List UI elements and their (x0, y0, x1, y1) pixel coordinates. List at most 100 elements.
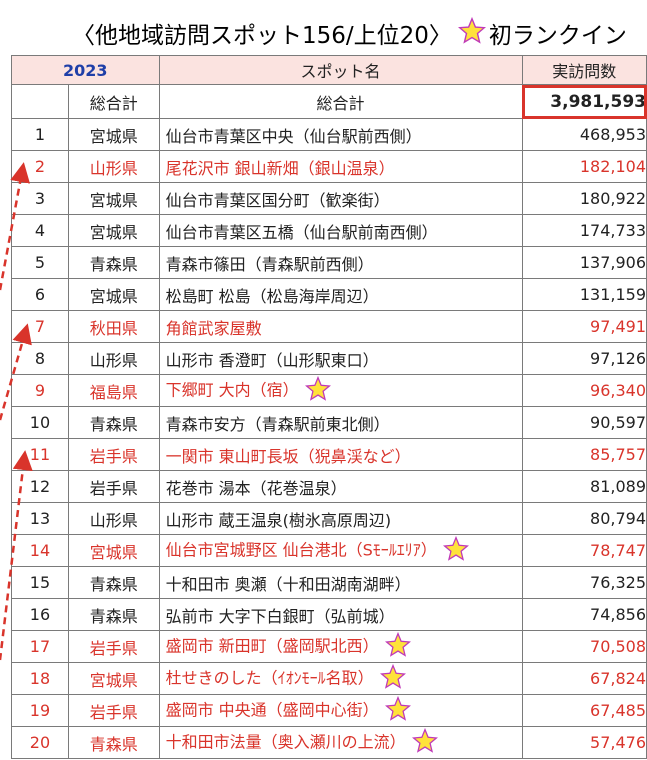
prefecture-cell: 青森県 (67, 246, 160, 279)
spot-cell-text: 青森市安方（青森駅前東北側） (165, 414, 390, 434)
spot-cell: 山形市 蔵王温泉(樹氷高原周辺) (158, 502, 523, 535)
rank-cell: 3 (11, 182, 69, 215)
table-row: 17 岩手県 盛岡市 新田町（盛岡駅北西） 70,508 (11, 630, 647, 663)
spot-cell-text: 松島町 松島（松島海岸周辺） (165, 286, 379, 306)
rank-cell-text: 6 (34, 285, 46, 304)
spot-cell-text: 盛岡市 中央通（盛岡中心街） (165, 700, 379, 719)
visits-cell-text: 180,922 (579, 189, 646, 208)
spot-cell: 青森市篠田（青森駅前西側） (158, 246, 523, 279)
rank-cell: 8 (11, 342, 69, 375)
spot-cell: 仙台市宮城野区 仙台港北（Sﾓｰﾙｴﾘｱ） (158, 534, 523, 567)
visits-cell-text: 67,824 (590, 669, 646, 688)
spot-cell: 仙台市青葉区五橋（仙台駅前南西側） (158, 214, 523, 247)
spot-cell-text: 弘前市 大字下白銀町（弘前城） (165, 606, 395, 626)
spot-cell-text: 十和田市法量（奥入瀬川の上流） (165, 732, 406, 751)
prefecture-cell-text: 青森県 (89, 734, 138, 754)
prefecture-cell: 山形県 (67, 502, 160, 535)
year-header: 2023 (11, 55, 160, 85)
rank-cell-text: 2 (34, 157, 46, 176)
header-row: 2023 スポット名 実訪問数 (11, 55, 647, 85)
table-row: 11 岩手県 一関市 東山町長坂（猊鼻渓など） 85,757 (11, 438, 647, 471)
rank-cell: 12 (11, 470, 69, 503)
spot-cell-text: 杜せきのした（ｲｵﾝﾓｰﾙ名取） (165, 668, 374, 687)
prefecture-cell-text: 宮城県 (89, 190, 138, 210)
rank-cell-text: 1 (34, 125, 46, 144)
rank-cell: 20 (11, 726, 69, 759)
prefecture-cell: 青森県 (67, 726, 160, 759)
prefecture-cell-text: 山形県 (89, 158, 138, 178)
rank-cell-text: 8 (34, 349, 46, 368)
visits-cell: 174,733 (521, 214, 647, 247)
spot-cell: 仙台市青葉区国分町（歓楽街） (158, 182, 523, 215)
table-title: 〈他地域訪問スポット156/上位20〉 初ランクイン (72, 17, 647, 53)
spot-cell-text: 盛岡市 新田町（盛岡駅北西） (165, 636, 379, 655)
star-icon (457, 17, 486, 53)
visits-cell-text: 96,340 (590, 381, 646, 400)
visits-cell: 67,824 (521, 662, 647, 695)
total-value-cell: 3,981,593 (521, 84, 647, 119)
rank-cell: 7 (11, 310, 69, 343)
table-row: 18 宮城県 杜せきのした（ｲｵﾝﾓｰﾙ名取） 67,824 (11, 662, 647, 695)
new-entry-star-icon (304, 375, 331, 406)
visits-cell: 78,747 (521, 534, 647, 567)
visits-cell-text: 57,476 (590, 733, 646, 752)
visits-cell-text: 97,126 (590, 349, 646, 368)
prefecture-cell-text: 秋田県 (89, 318, 138, 338)
prefecture-cell-text: 岩手県 (89, 478, 138, 498)
new-entry-star-icon (411, 727, 438, 758)
spot-cell-text: 山形市 香澄町（山形駅東口） (165, 350, 379, 370)
visits-cell: 96,340 (521, 374, 647, 407)
spot-cell: 杜せきのした（ｲｵﾝﾓｰﾙ名取） (158, 662, 523, 695)
prefecture-cell: 宮城県 (67, 214, 160, 247)
rank-cell: 10 (11, 406, 69, 439)
visits-cell-text: 90,597 (590, 413, 646, 432)
prefecture-cell: 宮城県 (67, 278, 160, 311)
visits-cell-text: 174,733 (579, 221, 646, 240)
rank-cell-text: 14 (29, 541, 51, 560)
spot-cell: 青森市安方（青森駅前東北側） (158, 406, 523, 439)
total-spot-cell: 総合計 (158, 84, 523, 119)
prefecture-cell-text: 山形県 (89, 350, 138, 370)
total-row: 総合計 総合計 3,981,593 (11, 84, 647, 119)
prefecture-cell: 青森県 (67, 566, 160, 599)
spot-cell: 松島町 松島（松島海岸周辺） (158, 278, 523, 311)
spot-cell: 山形市 香澄町（山形駅東口） (158, 342, 523, 375)
prefecture-cell: 秋田県 (67, 310, 160, 343)
table-row: 9 福島県 下郷町 大内（宿） 96,340 (11, 374, 647, 407)
rank-cell-text: 3 (34, 189, 46, 208)
spot-cell-text: 十和田市 奥瀬（十和田湖南湖畔） (165, 574, 411, 594)
visits-cell: 57,476 (521, 726, 647, 759)
visits-cell: 90,597 (521, 406, 647, 439)
rank-cell-text: 16 (29, 605, 51, 624)
spot-cell: 盛岡市 新田町（盛岡駅北西） (158, 630, 523, 663)
spot-cell-text: 花巻市 湯本（花巻温泉） (165, 478, 347, 498)
spot-cell-text: 角館武家屋敷 (165, 318, 262, 338)
table-row: 4 宮城県 仙台市青葉区五橋（仙台駅前南西側） 174,733 (11, 214, 647, 247)
table-row: 3 宮城県 仙台市青葉区国分町（歓楽街） 180,922 (11, 182, 647, 215)
rank-cell: 19 (11, 694, 69, 727)
table-row: 10 青森県 青森市安方（青森駅前東北側） 90,597 (11, 406, 647, 439)
spot-cell: 尾花沢市 銀山新畑（銀山温泉） (158, 150, 523, 183)
table-row: 20 青森県 十和田市法量（奥入瀬川の上流） 57,476 (11, 726, 647, 759)
visits-cell-text: 81,089 (590, 477, 646, 496)
legend-new-entry: 初ランクイン (488, 23, 627, 49)
table-row: 19 岩手県 盛岡市 中央通（盛岡中心街） 67,485 (11, 694, 647, 727)
prefecture-cell-text: 宮城県 (89, 542, 138, 562)
rank-cell: 5 (11, 246, 69, 279)
rank-cell-text: 18 (29, 669, 51, 688)
prefecture-cell-text: 青森県 (89, 574, 138, 594)
spot-cell: 十和田市法量（奥入瀬川の上流） (158, 726, 523, 759)
rank-cell-text: 17 (29, 637, 51, 656)
visits-cell-text: 182,104 (579, 157, 646, 176)
rank-cell: 16 (11, 598, 69, 631)
spot-cell-text: 山形市 蔵王温泉(樹氷高原周辺) (165, 510, 392, 530)
visits-cell: 468,953 (521, 118, 647, 151)
new-entry-star-icon (379, 663, 406, 694)
spot-cell: 花巻市 湯本（花巻温泉） (158, 470, 523, 503)
spot-column-header: スポット名 (158, 55, 523, 85)
prefecture-cell: 山形県 (67, 342, 160, 375)
prefecture-cell: 岩手県 (67, 438, 160, 471)
spot-cell-text: 青森市篠田（青森駅前西側） (165, 254, 374, 274)
spot-cell-text: 仙台市宮城野区 仙台港北（Sﾓｰﾙｴﾘｱ） (165, 540, 437, 559)
visits-cell: 180,922 (521, 182, 647, 215)
